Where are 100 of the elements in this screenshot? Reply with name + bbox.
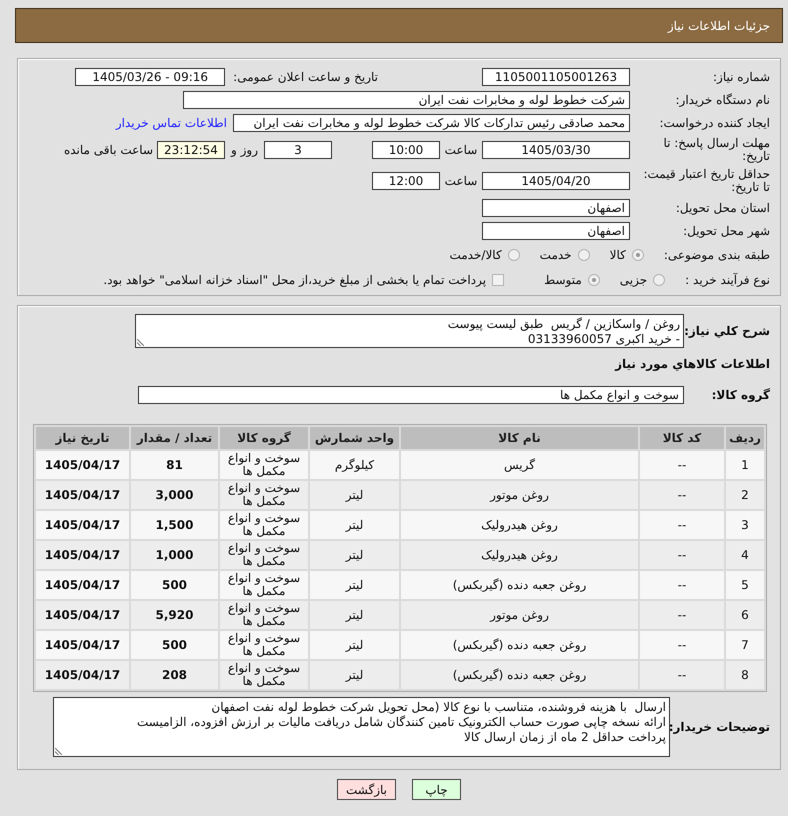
province-field[interactable]: اصفهان <box>482 199 630 217</box>
field-label: شهر محل تحویل: <box>682 224 770 238</box>
group-field[interactable]: سوخت و انواع مکمل ها <box>138 386 684 404</box>
table-cell: لیتر <box>310 661 399 689</box>
table-cell: 4 <box>726 541 764 569</box>
buyer-org-field[interactable]: شرکت خطوط لوله و مخابرات نفت ایران <box>183 91 630 109</box>
table-cell: -- <box>640 601 724 629</box>
field-label: روز و <box>231 143 258 157</box>
table-cell: 1405/04/17 <box>36 511 129 539</box>
table-cell: 500 <box>131 571 218 599</box>
table-cell: -- <box>640 511 724 539</box>
radio-button[interactable] <box>653 274 666 286</box>
radio-button[interactable] <box>632 249 644 261</box>
contact-link[interactable]: اطلاعات تماس خریدار <box>116 116 227 130</box>
table-cell: 8 <box>726 661 764 689</box>
print-button[interactable]: چاپ <box>412 779 461 800</box>
table-cell: سوخت و انواع مکمل ها <box>220 631 308 659</box>
table-cell: سوخت و انواع مکمل ها <box>220 601 308 629</box>
field-label: مهلت ارسال پاسخ: تا تاریخ: <box>662 137 770 163</box>
radio-label: کالا/خدمت <box>449 248 502 262</box>
radio-button[interactable] <box>588 274 600 286</box>
column-header: گروه کالا <box>220 427 308 449</box>
field-label: ساعت <box>444 174 478 188</box>
table-cell: -- <box>640 481 724 509</box>
days-field[interactable]: 3 <box>264 141 332 159</box>
table-cell: -- <box>640 661 724 689</box>
table-cell: لیتر <box>310 481 399 509</box>
field-label: نام دستگاه خریدار: <box>674 94 770 106</box>
table-cell: لیتر <box>310 571 399 599</box>
table-cell: -- <box>640 631 724 659</box>
column-header: ردیف <box>726 427 764 449</box>
section-heading: اطلاعات کالاهاي مورد نياز <box>614 357 770 371</box>
table-cell: 3,000 <box>131 481 218 509</box>
table-cell: روغن جعبه دنده (گیربکس) <box>401 631 638 659</box>
announcement-field[interactable]: 1405/03/26 - 09:16 <box>75 68 226 86</box>
resize-grip-icon[interactable] <box>137 339 144 346</box>
column-header: تاریخ نیاز <box>36 427 129 449</box>
table-cell: لیتر <box>310 631 399 659</box>
table-cell: 1405/04/17 <box>36 541 129 569</box>
table-cell: 1,500 <box>131 511 218 539</box>
table-cell: سوخت و انواع مکمل ها <box>220 481 308 509</box>
table-cell: -- <box>640 571 724 599</box>
field-label: ایجاد کننده درخواست: <box>658 116 770 130</box>
resize-grip-icon[interactable] <box>55 748 62 755</box>
remaining-time-field[interactable]: 23:12:54 <box>157 141 225 159</box>
table-cell: سوخت و انواع مکمل ها <box>220 571 308 599</box>
checkbox[interactable] <box>492 274 504 286</box>
table-cell: روغن جعبه دنده (گیربکس) <box>401 661 638 689</box>
table-cell: سوخت و انواع مکمل ها <box>220 661 308 689</box>
back-button[interactable]: بازگشت <box>337 779 396 800</box>
table-cell: کیلوگرم <box>310 451 399 479</box>
table-cell: 6 <box>726 601 764 629</box>
deadline-time-field[interactable]: 10:00 <box>372 141 440 159</box>
validity-date-field[interactable]: 1405/04/20 <box>482 172 630 190</box>
table-cell: 5,920 <box>131 601 218 629</box>
field-label: ساعت <box>444 143 478 157</box>
deadline-date-field[interactable]: 1405/03/30 <box>482 141 630 159</box>
table-cell: روغن جعبه دنده (گیربکس) <box>401 571 638 599</box>
table-cell: -- <box>640 451 724 479</box>
field-label: حداقل تاریخ اعتبار قیمت: تا تاریخ: <box>642 168 770 194</box>
field-label: گروه کالا: <box>710 388 770 402</box>
table-cell: 7 <box>726 631 764 659</box>
table-cell: 2 <box>726 481 764 509</box>
column-header: کد کالا <box>640 427 724 449</box>
table-cell: 3 <box>726 511 764 539</box>
table-cell: 5 <box>726 571 764 599</box>
table-cell: 1405/04/17 <box>36 571 129 599</box>
description-field[interactable]: روغن / واسکازین / گریس طبق لیست پیوست - خرید اکبری 03133960057 <box>135 314 684 348</box>
table-cell: 1405/04/17 <box>36 601 129 629</box>
requester-field[interactable]: محمد صادقی رئیس تدارکات کالا شرکت خطوط لوله و مخابرات نفت ایران <box>233 114 630 132</box>
table-cell: روغن موتور <box>401 601 638 629</box>
table-cell: 1405/04/17 <box>36 631 129 659</box>
table-cell: سوخت و انواع مکمل ها <box>220 541 308 569</box>
radio-label: متوسط <box>544 273 582 287</box>
city-field[interactable]: اصفهان <box>482 222 630 240</box>
field-label: توضیحات خریدار: <box>670 720 770 734</box>
field-label: ساعت باقی مانده <box>64 143 153 157</box>
radio-button[interactable] <box>508 249 520 261</box>
field-label: شماره نیاز: <box>712 70 770 84</box>
table-cell: لیتر <box>310 541 399 569</box>
radio-label: خدمت <box>540 248 572 262</box>
column-header: تعداد / مقدار <box>131 427 218 449</box>
table-cell: روغن موتور <box>401 481 638 509</box>
validity-time-field[interactable]: 12:00 <box>372 172 440 190</box>
table-cell: روغن هیدرولیک <box>401 511 638 539</box>
radio-button[interactable] <box>578 249 590 261</box>
table-cell: گریس <box>401 451 638 479</box>
table-cell: 1405/04/17 <box>36 451 129 479</box>
field-label: استان محل تحویل: <box>674 202 770 214</box>
table-cell: سوخت و انواع مکمل ها <box>220 451 308 479</box>
need-number-field[interactable]: 1105001105001263 <box>482 68 630 86</box>
notes-field[interactable]: ارسال با هزینه فروشنده، متناسب با نوع کالا (محل تحویل شرکت خطوط لوله نفت اصفهان ارائه نسخه چاپی صورت حساب الکترونیک تامین کنندگان شامل دریافت مالیات بر ارزش افزوده، الزامیست پرداخت حداقل 2 ماه از زمان ارسال کالا <box>53 697 670 757</box>
table-cell: لیتر <box>310 601 399 629</box>
table-cell: 500 <box>131 631 218 659</box>
column-header: واحد شمارش <box>310 427 399 449</box>
field-label: نوع فرآیند خرید : <box>685 273 770 287</box>
field-label: تاریخ و ساعت اعلان عمومی: <box>233 70 378 84</box>
field-label: طبقه بندی موضوعی: <box>664 248 770 262</box>
table-cell: 1405/04/17 <box>36 481 129 509</box>
table-cell: 1 <box>726 451 764 479</box>
